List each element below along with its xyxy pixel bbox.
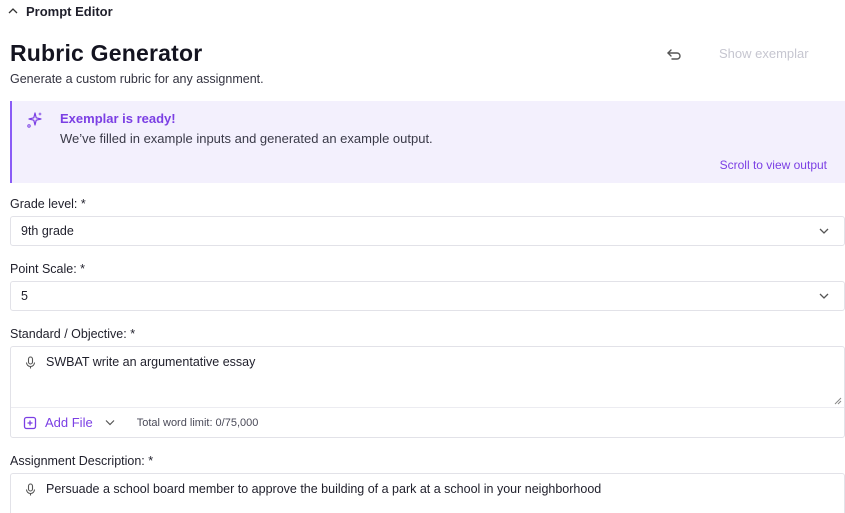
exemplar-banner: Exemplar is ready! We’ve filled in examp…	[10, 101, 845, 183]
point-scale-select[interactable]: 5	[10, 281, 845, 311]
add-file-button[interactable]: Add File	[23, 415, 115, 430]
microphone-icon[interactable]	[25, 482, 36, 496]
undo-button[interactable]	[664, 46, 684, 64]
resize-handle-icon[interactable]	[834, 397, 842, 405]
assignment-description-field[interactable]: Persuade a school board member to approv…	[10, 473, 845, 513]
chevron-down-icon	[819, 293, 829, 299]
microphone-icon[interactable]	[25, 355, 36, 369]
assignment-description-text: Persuade a school board member to approv…	[46, 482, 602, 496]
word-limit-text: Total word limit: 0/75,000	[136, 416, 259, 429]
standard-objective-text: SWBAT write an argumentative essay	[46, 355, 256, 369]
undo-icon	[667, 49, 681, 60]
scroll-to-output-link[interactable]: Scroll to view output	[720, 158, 827, 172]
grade-level-value: 9th grade	[21, 224, 74, 238]
standard-objective-label: Standard / Objective: *	[10, 327, 136, 341]
assignment-description-label: Assignment Description: *	[10, 454, 154, 468]
page-subtitle: Generate a custom rubric for any assignm…	[10, 72, 264, 86]
standard-objective-field[interactable]: SWBAT write an argumentative essay Add F…	[10, 346, 845, 438]
point-scale-value: 5	[21, 289, 28, 303]
banner-text: We’ve filled in example inputs and gener…	[60, 131, 433, 146]
banner-title: Exemplar is ready!	[60, 111, 176, 126]
show-exemplar-button[interactable]: Show exemplar	[719, 46, 809, 61]
sparkles-icon	[27, 112, 42, 128]
chevron-up-icon	[8, 8, 18, 14]
grade-level-select[interactable]: 9th grade	[10, 216, 845, 246]
file-bar: Add File Total word limit: 0/75,000	[11, 407, 844, 437]
point-scale-label: Point Scale: *	[10, 262, 86, 276]
prompt-editor-label: Prompt Editor	[26, 3, 113, 19]
add-file-label: Add File	[45, 415, 93, 430]
chevron-down-icon	[105, 420, 115, 426]
chevron-down-icon	[819, 228, 829, 234]
add-file-icon	[23, 416, 37, 429]
grade-level-label: Grade level: *	[10, 197, 86, 211]
page-title: Rubric Generator	[10, 40, 203, 66]
prompt-editor-toggle[interactable]: Prompt Editor	[8, 2, 113, 20]
